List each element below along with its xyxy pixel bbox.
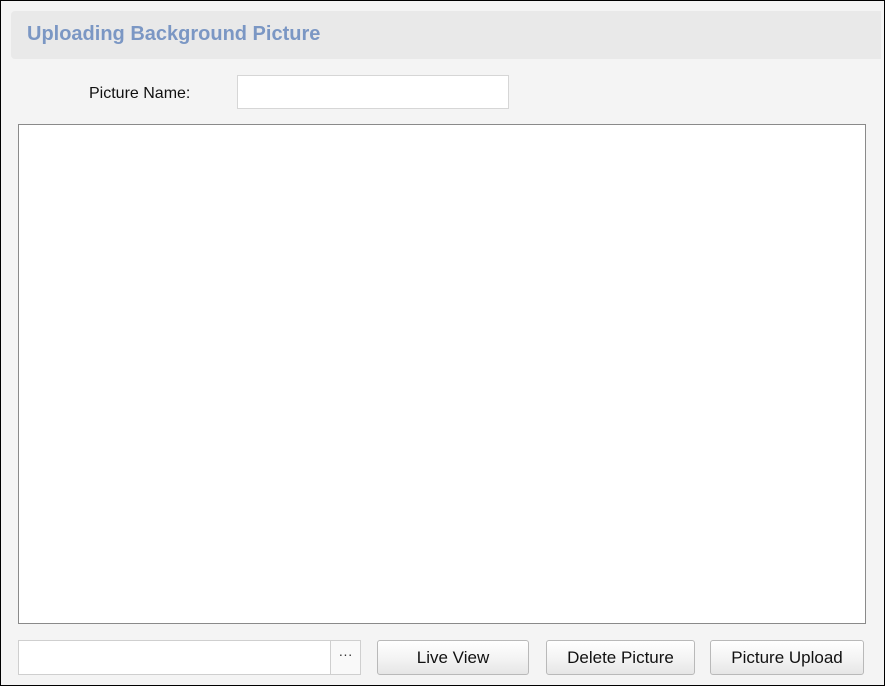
- picture-name-input[interactable]: [237, 75, 509, 109]
- picture-name-label: Picture Name:: [89, 85, 191, 102]
- live-view-button[interactable]: Live View: [377, 640, 529, 675]
- panel-title: Uploading Background Picture: [27, 23, 321, 45]
- file-path-input[interactable]: [18, 640, 330, 675]
- picture-preview-area: [18, 124, 866, 624]
- upload-background-panel: Uploading Background Picture Picture Nam…: [0, 0, 885, 686]
- picture-upload-button[interactable]: Picture Upload: [710, 640, 864, 675]
- browse-button[interactable]: ···: [330, 640, 361, 675]
- delete-picture-button[interactable]: Delete Picture: [546, 640, 695, 675]
- panel-header: Uploading Background Picture: [11, 11, 881, 59]
